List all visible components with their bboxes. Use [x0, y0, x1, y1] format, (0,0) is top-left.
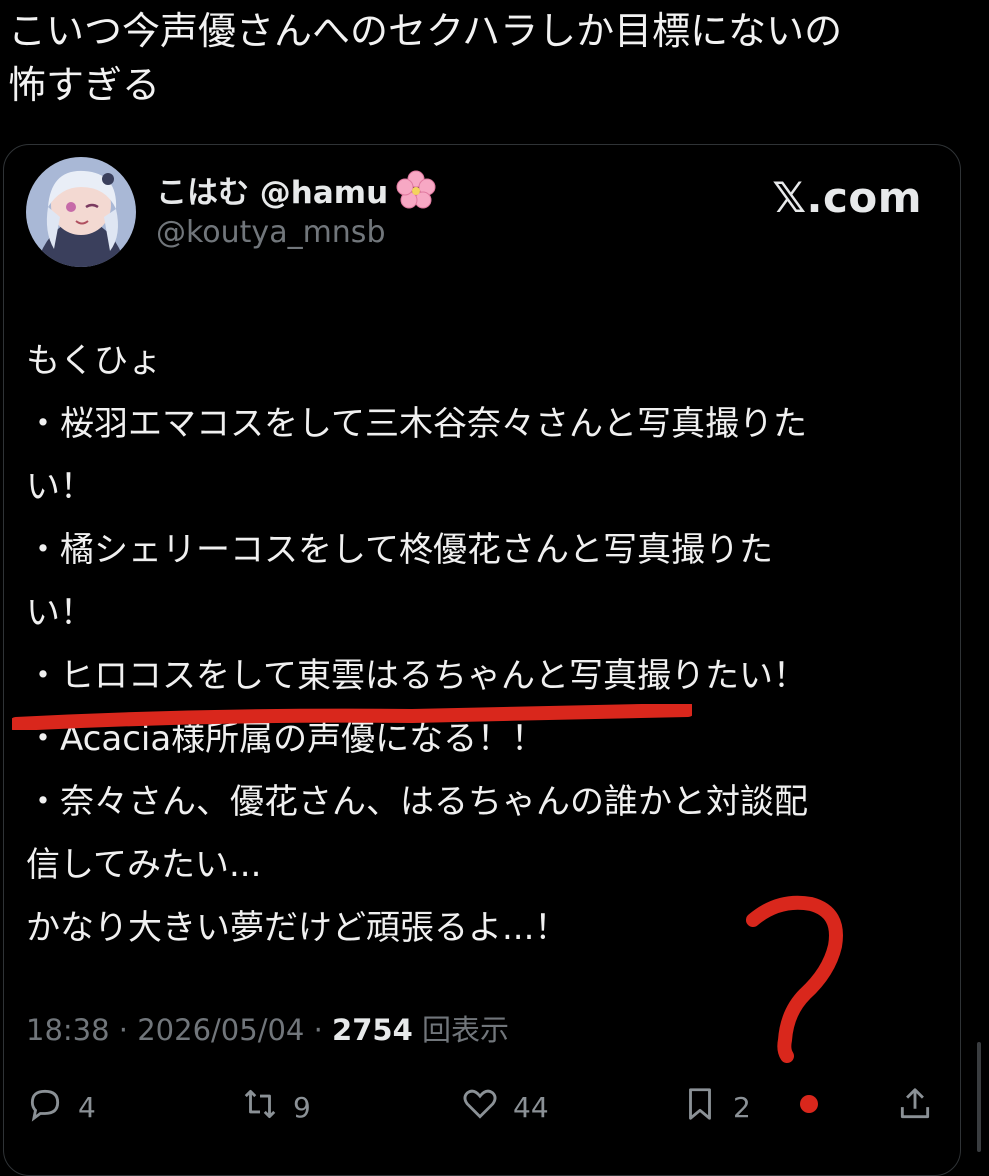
tweet-time: 18:38 [26, 1013, 110, 1047]
reply-icon [26, 1085, 64, 1130]
tweet-line: い！ [26, 593, 94, 633]
tweet-line: ・橘シェリーコスをして柊優花さんと写真撮りた [26, 530, 773, 570]
reply-button[interactable]: 4 [26, 1085, 96, 1130]
tweet-line: ・桜羽エマコスをして三木谷奈々さんと写真撮りた [26, 404, 807, 444]
reply-count: 4 [78, 1091, 96, 1124]
red-strikethrough-annotation [12, 704, 692, 730]
like-button[interactable]: 44 [461, 1085, 549, 1130]
heart-icon [461, 1085, 499, 1130]
bookmark-count: 2 [733, 1091, 751, 1124]
repost-count: 9 [293, 1091, 311, 1124]
tweet-line: ・ヒロコスをして東雲はるちゃんと写真撮りたい！ [26, 656, 807, 696]
x-logo-site-label[interactable]: 𝕏.com [772, 173, 922, 222]
bookmark-icon [681, 1085, 719, 1130]
tweet-meta: 18:38 · 2026/05/04 · 2754 回表示 [26, 1013, 509, 1047]
tweet-body: もくひょ ・桜羽エマコスをして三木谷奈々さんと写真撮りた い！ ・橘シェリーコス… [26, 330, 938, 960]
tweet-date: 2026/05/04 [137, 1013, 305, 1047]
repost-button[interactable]: 9 [241, 1085, 311, 1130]
tweet-line: もくひょ [26, 341, 162, 381]
embedded-tweet-card[interactable]: こはむ @hamu @koutya_mnsb 𝕏.com もくひょ ・桜羽エマコ… [3, 144, 961, 1176]
tweet-line: 信してみたい... [26, 845, 262, 885]
bookmark-button[interactable]: 2 [681, 1085, 751, 1130]
share-button[interactable] [896, 1085, 934, 1130]
user-handle[interactable]: @koutya_mnsb [156, 215, 385, 250]
tweet-line: い！ [26, 467, 94, 507]
post-caption: こいつ今声優さんへのセクハラしか目標にないの 怖すぎる [8, 4, 968, 112]
cherry-blossom-icon [396, 170, 436, 210]
caption-line-1: こいつ今声優さんへのセクハラしか目標にないの [8, 9, 843, 53]
like-count: 44 [513, 1091, 549, 1124]
repost-icon [241, 1085, 279, 1130]
scrollbar[interactable] [977, 1042, 981, 1152]
avatar[interactable] [26, 157, 136, 267]
views-count: 2754 [332, 1013, 413, 1047]
display-name[interactable]: こはむ @hamu [156, 167, 388, 212]
tweet-line: ・奈々さん、優花さん、はるちゃんの誰かと対談配 [26, 782, 808, 822]
caption-line-2: 怖すぎる [8, 63, 161, 107]
share-icon [896, 1085, 934, 1130]
action-bar: 4 9 44 2 [26, 1085, 946, 1135]
views-label: 回表示 [421, 1013, 509, 1047]
